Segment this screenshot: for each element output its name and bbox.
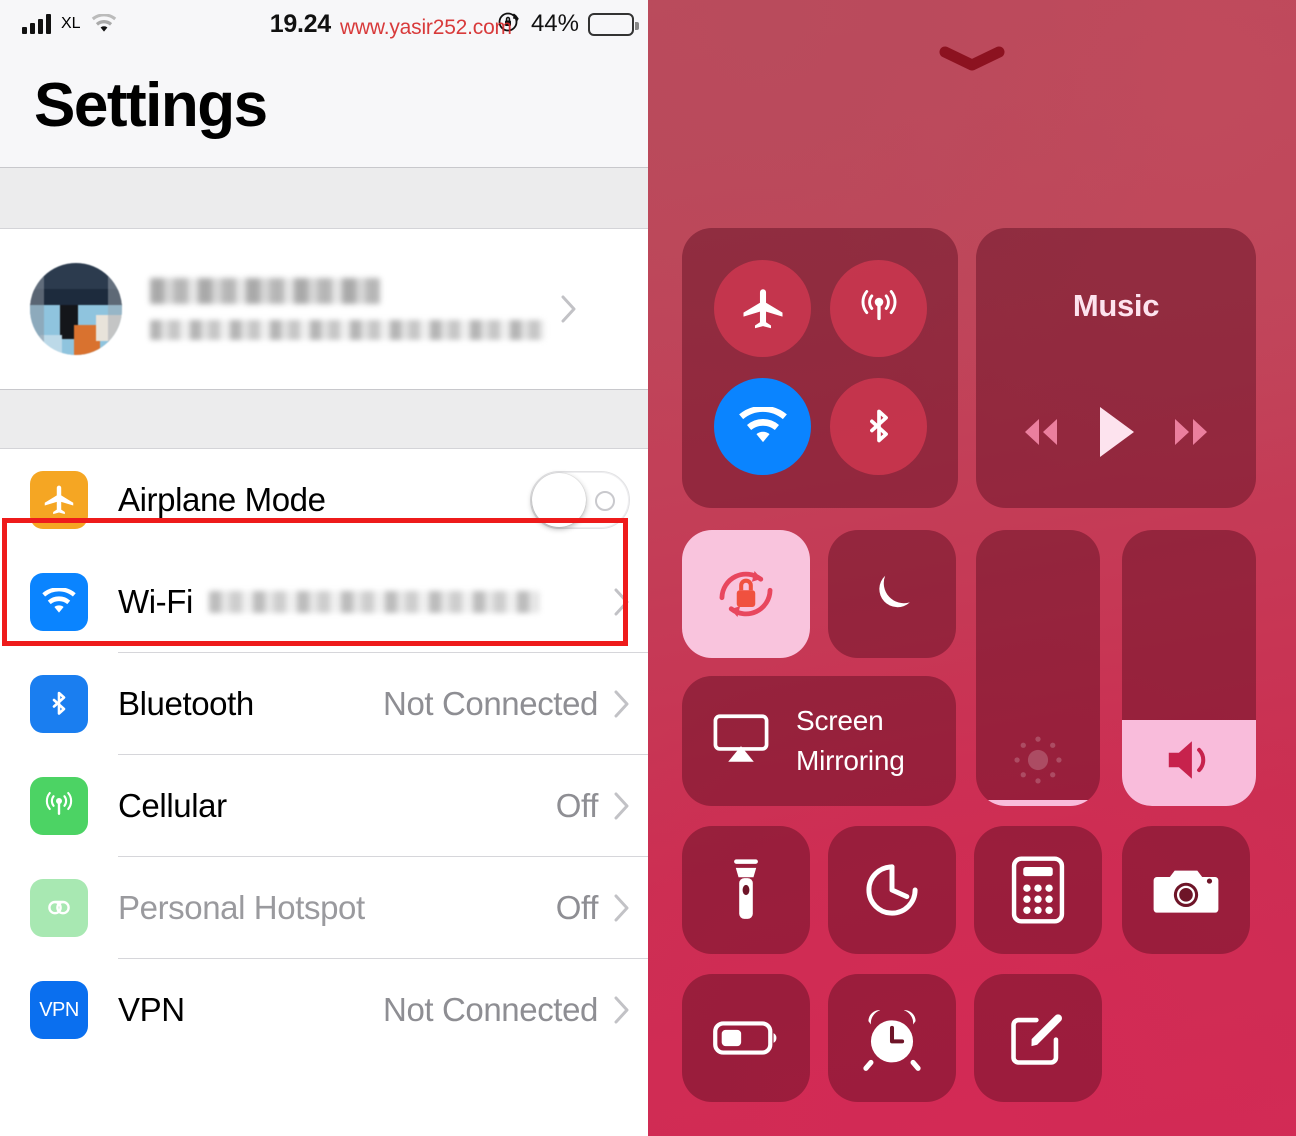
- low-power-mode-button[interactable]: [682, 974, 810, 1102]
- cellular-icon: [30, 777, 88, 835]
- chevron-right-icon: [614, 894, 630, 922]
- rewind-icon[interactable]: [1012, 414, 1070, 455]
- settings-row-value: Off: [555, 787, 599, 824]
- airplay-icon: [710, 712, 772, 771]
- settings-row-label: Airplane Mode: [118, 481, 326, 518]
- connectivity-module: [682, 228, 958, 508]
- flashlight-button[interactable]: [682, 826, 810, 954]
- screen-mirroring-button[interactable]: Screen Mirroring: [682, 676, 956, 806]
- wifi-icon: [30, 573, 88, 631]
- play-icon[interactable]: [1091, 403, 1141, 466]
- settings-row-label: Cellular: [118, 787, 227, 824]
- airplane-mode-toggle-cc[interactable]: [714, 260, 811, 357]
- rotation-lock-toggle[interactable]: [682, 530, 810, 658]
- music-controls: [976, 403, 1256, 466]
- settings-row-cellular[interactable]: Cellular Off: [0, 755, 648, 857]
- status-bar: XL 19.24 44% www.yasir252.com: [0, 0, 648, 48]
- settings-row-label: VPN: [118, 991, 185, 1028]
- settings-pane: XL 19.24 44% www.yasir252.com Settings A…: [0, 0, 648, 1136]
- profile-text: [150, 278, 545, 340]
- signal-bars-icon: [22, 14, 51, 34]
- brightness-slider[interactable]: [976, 530, 1100, 806]
- status-bar-left: XL: [22, 13, 117, 34]
- settings-row-vpn[interactable]: VPN VPN Not Connected: [0, 959, 648, 1061]
- profile-subtitle-redacted: [150, 320, 545, 340]
- alarm-clock-button[interactable]: [828, 974, 956, 1102]
- settings-row-bluetooth[interactable]: Bluetooth Not Connected: [0, 653, 648, 755]
- do-not-disturb-toggle[interactable]: [828, 530, 956, 658]
- carrier-label: XL: [61, 15, 81, 32]
- screen-mirroring-label: Screen Mirroring: [796, 701, 905, 781]
- settings-row-value: Not Connected: [383, 685, 598, 722]
- vpn-icon: VPN: [30, 981, 88, 1039]
- wifi-network-redacted: [208, 591, 539, 613]
- settings-row-label: Wi-Fi: [118, 583, 193, 620]
- chevron-right-icon: [614, 792, 630, 820]
- chevron-right-icon: [561, 295, 577, 323]
- screen-mirroring-line2: Mirroring: [796, 745, 905, 776]
- volume-slider[interactable]: [1122, 530, 1256, 806]
- toggle-thumb: [532, 473, 586, 527]
- status-bar-right: 44%: [496, 9, 639, 40]
- camera-button[interactable]: [1122, 826, 1250, 954]
- battery-percent-label: 44%: [530, 10, 579, 37]
- settings-row-personal-hotspot[interactable]: Personal Hotspot Off: [0, 857, 648, 959]
- notes-button[interactable]: [974, 974, 1102, 1102]
- screenshot-root: XL 19.24 44% www.yasir252.com Settings A…: [0, 0, 1296, 1136]
- airplane-icon: [30, 471, 88, 529]
- toggle-off-indicator: [595, 491, 615, 511]
- settings-row-label: Bluetooth: [118, 685, 254, 722]
- chevron-right-icon: [614, 690, 630, 718]
- section-gap-mid: [0, 389, 648, 449]
- brightness-icon: [976, 714, 1100, 806]
- settings-header: Settings: [0, 48, 648, 167]
- control-center-pane: Music Screen Mirroring: [648, 0, 1296, 1136]
- chevron-right-icon: [614, 996, 630, 1024]
- fast-forward-icon[interactable]: [1162, 414, 1220, 455]
- wifi-icon: [91, 13, 117, 34]
- vpn-icon-text: VPN: [39, 998, 79, 1021]
- status-bar-clock: 19.24: [269, 9, 331, 38]
- volume-icon: [1122, 714, 1256, 806]
- settings-row-value: Off: [555, 889, 599, 926]
- bluetooth-icon: [30, 675, 88, 733]
- watermark: www.yasir252.com: [340, 16, 512, 39]
- bluetooth-toggle-cc[interactable]: [830, 378, 927, 475]
- profile-name-redacted: [150, 278, 380, 304]
- section-gap-top: [0, 167, 648, 229]
- chevron-right-icon: [614, 588, 630, 616]
- profile-row[interactable]: [0, 229, 648, 389]
- airplane-mode-toggle[interactable]: [530, 471, 630, 529]
- settings-row-label: Personal Hotspot: [118, 889, 365, 926]
- wifi-toggle-cc[interactable]: [714, 378, 811, 475]
- music-title: Music: [1072, 288, 1160, 323]
- settings-row-value: Not Connected: [383, 991, 598, 1028]
- hotspot-icon: [30, 879, 88, 937]
- calculator-button[interactable]: [974, 826, 1102, 954]
- control-center-grid: Music Screen Mirroring: [648, 0, 1296, 1136]
- settings-row-airplane-mode[interactable]: Airplane Mode: [0, 449, 648, 551]
- timer-button[interactable]: [828, 826, 956, 954]
- avatar: [30, 263, 122, 355]
- cellular-data-toggle-cc[interactable]: [830, 260, 927, 357]
- battery-icon: [588, 12, 639, 36]
- music-module[interactable]: Music: [976, 228, 1256, 508]
- screen-mirroring-line1: Screen: [796, 705, 884, 737]
- settings-row-wifi[interactable]: Wi-Fi: [0, 551, 648, 653]
- page-title: Settings: [34, 71, 268, 140]
